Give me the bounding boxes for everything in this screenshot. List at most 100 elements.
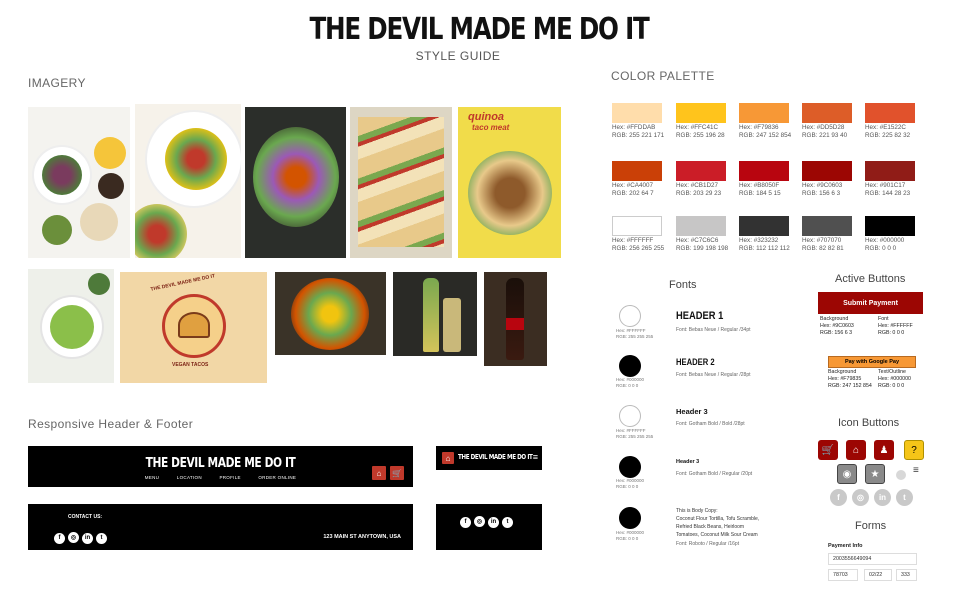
header-nav: MENU LOCATION PROFILE ORDER ONLINE: [28, 475, 413, 480]
nav-profile[interactable]: PROFILE: [219, 475, 240, 480]
google-pay-button[interactable]: Pay with Google Pay: [828, 356, 916, 368]
color-swatch-label: Hex: #323232 RGB: 112 112 112: [739, 237, 790, 252]
color-swatch: [739, 216, 789, 236]
body-copy-text: This is Body Copy: Coconut Flour Tortill…: [676, 508, 760, 538]
color-swatch: [612, 161, 662, 181]
home-icon[interactable]: ⌂: [846, 440, 866, 460]
color-swatch: [739, 103, 789, 123]
font-swatch: [619, 507, 641, 529]
cart-icon[interactable]: 🛒: [390, 466, 404, 480]
poster-subtext: taco meat: [472, 123, 510, 132]
font-desc: Font: Bebas Neue / Regular /34pt: [676, 327, 751, 333]
color-swatch-label: Hex: #FFFFFF RGB: 256 265 255: [612, 237, 665, 252]
star-icon[interactable]: ★: [865, 464, 885, 484]
menu-icon[interactable]: ≡: [913, 466, 919, 476]
hamburger-icon[interactable]: ≡: [533, 453, 538, 462]
dot-icon[interactable]: [896, 470, 906, 480]
font-desc: Font: Gotham Bold / Bold /28pt: [676, 421, 745, 427]
twitter-icon[interactable]: t: [896, 489, 913, 506]
font-swatch-hex: Hex: #000000 RGB: 0 0 0: [616, 377, 645, 388]
color-swatch: [802, 216, 852, 236]
zip-field[interactable]: 78703: [828, 569, 858, 581]
submit-payment-button[interactable]: Submit Payment: [818, 292, 923, 314]
desktop-header: THE DEVIL MADE ME DO IT MENU LOCATION PR…: [28, 446, 413, 487]
color-swatch-label: Hex: #FFDDAB RGB: 255 221 171: [612, 124, 665, 139]
color-swatch-label: Hex: #E1522C RGB: 225 82 32: [865, 124, 911, 139]
instagram-icon[interactable]: ◎: [474, 516, 485, 527]
font-swatch: [619, 405, 641, 427]
facebook-icon[interactable]: f: [460, 516, 471, 528]
contact-label: CONTACT US:: [68, 514, 103, 520]
cart-icon[interactable]: 🛒: [818, 440, 838, 460]
footer-social: f ◎ in t: [54, 526, 110, 544]
instagram-icon[interactable]: ◎: [68, 532, 79, 543]
twitter-icon[interactable]: t: [502, 516, 513, 528]
color-swatch-label: Hex: #000000 RGB: 0 0 0: [865, 237, 905, 252]
page-subtitle: STYLE GUIDE: [415, 49, 501, 63]
color-swatch: [739, 161, 789, 181]
icon-buttons-heading: Icon Buttons: [838, 417, 900, 429]
color-swatch-label: Hex: #CB1D27 RGB: 203 29 23: [676, 182, 722, 197]
footer-address: 123 MAIN ST ANYTOWN, USA: [323, 534, 401, 540]
color-swatch-label: Hex: #901C17 RGB: 144 28 23: [865, 182, 911, 197]
help-icon[interactable]: ?: [904, 440, 924, 460]
font-name: HEADER 2: [676, 357, 715, 367]
desktop-footer: CONTACT US: f ◎ in t 123 MAIN ST ANYTOWN, U…: [28, 504, 413, 550]
font-name: HEADER 1: [676, 310, 724, 322]
google-bg-info: Background Hex: #F79835 RGB: 247 152 854: [828, 369, 872, 389]
facebook-icon[interactable]: f: [54, 532, 65, 544]
responsive-heading: Responsive Header & Footer: [28, 417, 194, 431]
instagram-icon[interactable]: ◎: [852, 489, 869, 506]
logo-text: THE DEVIL MADE ME DO IT: [150, 273, 216, 293]
color-swatch: [865, 161, 915, 181]
forms-heading: Forms: [855, 520, 887, 532]
color-swatch: [676, 216, 726, 236]
font-name: Header 3: [676, 459, 700, 465]
nav-location[interactable]: LOCATION: [177, 475, 202, 480]
drink-photo-bottles: [393, 272, 477, 356]
fonts-heading: Fonts: [669, 279, 697, 291]
color-swatch: [612, 103, 662, 123]
color-swatch-label: Hex: #9C0603 RGB: 156 6 3: [802, 182, 843, 197]
mobile-logo-text[interactable]: THE DEVIL MADE ME DO IT: [458, 453, 533, 461]
drink-photo-cola: [484, 272, 547, 366]
logo-artwork: THE DEVIL MADE ME DO IT VEGAN TACOS: [120, 272, 267, 383]
card-number-field[interactable]: 2003556649094: [828, 553, 917, 565]
font-swatch-hex: Hex: #000000 RGB: 0 0 0: [616, 530, 645, 541]
food-photo-bowls: [28, 107, 130, 258]
linkedin-icon[interactable]: in: [82, 532, 93, 544]
twitter-icon[interactable]: t: [96, 532, 107, 544]
food-photo-skillet: [275, 272, 386, 355]
page-title: THE DEVIL MADE ME DO IT: [309, 12, 649, 47]
nav-menu[interactable]: MENU: [145, 475, 159, 480]
mobile-footer: f ◎ in t: [436, 504, 542, 550]
color-swatch-label: Hex: #F79836 RGB: 247 152 854: [739, 124, 792, 139]
poster-text: quinoa: [468, 111, 505, 123]
mobile-footer-social: f ◎ in t: [460, 510, 516, 528]
expiry-field[interactable]: 02/22: [864, 569, 892, 581]
color-swatch: [802, 161, 852, 181]
color-swatch: [612, 216, 662, 236]
logo-subtext: VEGAN TACOS: [172, 362, 209, 368]
color-swatch-label: Hex: #CA4007 RGB: 202 64 7: [612, 182, 654, 197]
user-icon[interactable]: ♟: [874, 440, 894, 460]
header-logo-text[interactable]: THE DEVIL MADE ME DO IT: [63, 456, 379, 471]
home-icon[interactable]: ⌂: [372, 466, 386, 480]
nav-order-online[interactable]: ORDER ONLINE: [258, 475, 296, 480]
google-font-info: Text/Outline Hex: #000000 RGB: 0 0 0: [878, 369, 911, 389]
facebook-icon[interactable]: f: [830, 489, 847, 506]
palette-heading: COLOR PALETTE: [611, 69, 715, 83]
font-swatch: [619, 355, 641, 377]
linkedin-icon[interactable]: in: [874, 489, 891, 506]
globe-icon[interactable]: ◉: [837, 464, 857, 484]
cvv-field[interactable]: 333: [896, 569, 917, 581]
color-swatch: [802, 103, 852, 123]
linkedin-icon[interactable]: in: [488, 516, 499, 528]
color-swatch-label: Hex: #C7C6C6 RGB: 199 198 198: [676, 237, 729, 252]
font-swatch: [619, 305, 641, 327]
food-photo-taco-avocado: [245, 107, 346, 258]
submit-bg-info: Background Hex: #9C0603 RGB: 156 6 3: [820, 316, 854, 336]
font-desc: Font: Bebas Neue / Regular /28pt: [676, 372, 751, 378]
home-icon[interactable]: ⌂: [442, 452, 454, 464]
font-swatch-hex: Hex: #FFFFFF RGB: 255 255 255: [616, 328, 654, 339]
